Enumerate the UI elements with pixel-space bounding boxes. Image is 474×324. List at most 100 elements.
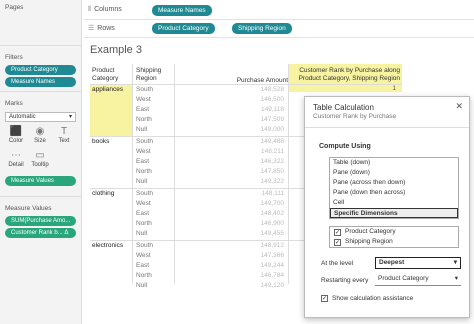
checkbox-checked-icon[interactable]: ✓ — [334, 238, 341, 246]
amount-cell: 146,900 — [260, 220, 285, 227]
show-assist-label: Show calculation assistance — [332, 295, 414, 302]
region-cell: North — [136, 272, 152, 279]
marks-detail-button[interactable]: ⋯ Detail — [5, 150, 27, 172]
amount-cell: 147,509 — [260, 116, 285, 123]
checkbox-checked-icon[interactable]: ✓ — [321, 295, 328, 302]
grid-vline — [132, 64, 133, 284]
marks-size-label: Size — [34, 138, 46, 144]
detail-icon: ⋯ — [11, 150, 21, 161]
mark-type-dropdown[interactable]: Automatic ▾ — [5, 112, 76, 122]
compute-option[interactable]: Pane (across then down) — [330, 178, 458, 188]
category-appliances: appliances — [92, 86, 124, 93]
close-icon[interactable]: ✕ — [455, 101, 463, 112]
restarting-every-label: Restarting every — [321, 277, 369, 284]
show-assist-row[interactable]: ✓ Show calculation assistance — [321, 295, 413, 302]
compute-option-selected[interactable]: Specific Dimensions — [330, 208, 458, 218]
viz-title: Example 3 — [90, 44, 142, 56]
category-books: books — [92, 138, 110, 145]
columns-pill-measure-names[interactable]: Measure Names — [152, 5, 212, 16]
chevron-down-icon: ▾ — [453, 259, 457, 266]
marks-detail-label: Detail — [8, 162, 24, 168]
amount-cell: 149,118 — [260, 106, 284, 113]
grid-hline — [90, 84, 402, 85]
marks-color-label: Color — [8, 138, 24, 144]
rank-cell: 1 — [392, 85, 396, 92]
header-customer-rank: Customer Rank by Purchase along Product … — [298, 67, 400, 82]
restarting-every-dropdown[interactable]: Product Category ▾ — [375, 274, 461, 286]
measure-pill-customer-rank[interactable]: Customer Rank b... Δ — [5, 228, 76, 238]
amount-cell: 149,000 — [260, 126, 285, 133]
measure-pill-purchase-amount[interactable]: SUM(Purchase Amo... — [5, 216, 76, 226]
region-cell: East — [136, 158, 150, 165]
dimension-row[interactable]: ✓ Product Category — [330, 227, 458, 237]
shelves: ⦀ Columns Measure Names ☰ Rows Product Cat… — [84, 0, 474, 40]
columns-shelf-label: ⦀ Columns — [88, 6, 122, 14]
pages-card-title: Pages — [5, 4, 24, 11]
restarting-every-value: Product Category — [378, 275, 429, 282]
amount-cell: 149,488 — [260, 138, 285, 145]
region-cell: North — [136, 220, 152, 227]
region-cell: South — [136, 190, 153, 197]
columns-shelf[interactable]: ⦀ Columns Measure Names — [84, 2, 474, 20]
rows-pill-product-category[interactable]: Product Category — [152, 23, 215, 34]
region-cell: East — [136, 262, 150, 269]
rows-shelf[interactable]: ☰ Rows Product Category Shipping Region — [84, 20, 474, 38]
rows-label-text: Rows — [97, 25, 115, 32]
chevron-down-icon: ▾ — [454, 275, 458, 282]
marks-card-title: Marks — [5, 100, 23, 107]
at-level-dropdown[interactable]: Deepest ▾ — [375, 257, 461, 269]
region-cell: Null — [136, 126, 148, 133]
region-cell: South — [136, 86, 153, 93]
region-cell: North — [136, 116, 152, 123]
left-panel: Pages Filters Product Category Measure N… — [0, 0, 82, 324]
amount-cell: 149,455 — [260, 230, 285, 237]
marks-text-button[interactable]: T Text — [53, 126, 75, 148]
amount-cell: 146,500 — [260, 96, 285, 103]
amount-cell: 148,528 — [260, 86, 285, 93]
color-icon: ⬛ — [9, 126, 23, 137]
marks-measure-values-pill[interactable]: Measure Values — [5, 176, 76, 186]
marks-size-button[interactable]: ◉ Size — [29, 126, 51, 148]
amount-cell: 149,322 — [260, 178, 285, 185]
header-shipping-region: Shipping Region — [136, 67, 162, 82]
region-cell: Null — [136, 178, 148, 185]
filter-pill-product-category[interactable]: Product Category — [5, 65, 76, 75]
measure-values-card-title: Measure Values — [5, 205, 52, 212]
compute-using-list[interactable]: Table (down) Pane (down) Pane (across th… — [329, 157, 459, 219]
marks-tooltip-button[interactable]: ▭ Tooltip — [29, 150, 51, 172]
marks-color-button[interactable]: ⬛ Color — [5, 126, 27, 148]
region-cell: West — [136, 200, 151, 207]
compute-option[interactable]: Cell — [330, 198, 458, 208]
region-cell: East — [136, 210, 150, 217]
compute-option[interactable]: Table (down) — [330, 158, 458, 168]
category-electronics: electronics — [92, 242, 124, 249]
amount-cell: 149,244 — [260, 262, 285, 269]
compute-option[interactable]: Pane (down) — [330, 168, 458, 178]
amount-cell: 147,366 — [260, 252, 285, 259]
dialog-divider — [305, 127, 469, 128]
dimension-row[interactable]: ✓ Shipping Region — [330, 237, 458, 247]
amount-cell: 146,784 — [260, 272, 285, 279]
compute-using-label: Compute Using — [319, 143, 371, 150]
amount-cell: 148,111 — [261, 190, 284, 197]
filters-card-title: Filters — [5, 54, 23, 61]
amount-cell: 148,211 — [260, 148, 284, 155]
checkbox-checked-icon[interactable]: ✓ — [334, 228, 341, 236]
chevron-down-icon: ▾ — [68, 114, 72, 120]
region-cell: North — [136, 168, 152, 175]
rows-icon: ☰ — [88, 25, 95, 32]
header-product-category: Product Category — [92, 67, 119, 82]
grid-vline — [288, 64, 289, 284]
rows-pill-shipping-region[interactable]: Shipping Region — [232, 23, 292, 34]
amount-cell: 149,700 — [260, 200, 285, 207]
marks-text-label: Text — [58, 138, 70, 144]
compute-option[interactable]: Pane (down then across) — [330, 188, 458, 198]
dimension-checklist: ✓ Product Category ✓ Shipping Region — [329, 226, 459, 248]
text-icon: T — [60, 126, 68, 137]
filter-pill-measure-names[interactable]: Measure Names — [5, 77, 76, 87]
region-cell: Null — [136, 282, 148, 289]
amount-cell: 147,850 — [260, 168, 285, 175]
region-cell: West — [136, 252, 151, 259]
amount-cell: 149,120 — [260, 282, 285, 289]
region-cell: South — [136, 138, 153, 145]
